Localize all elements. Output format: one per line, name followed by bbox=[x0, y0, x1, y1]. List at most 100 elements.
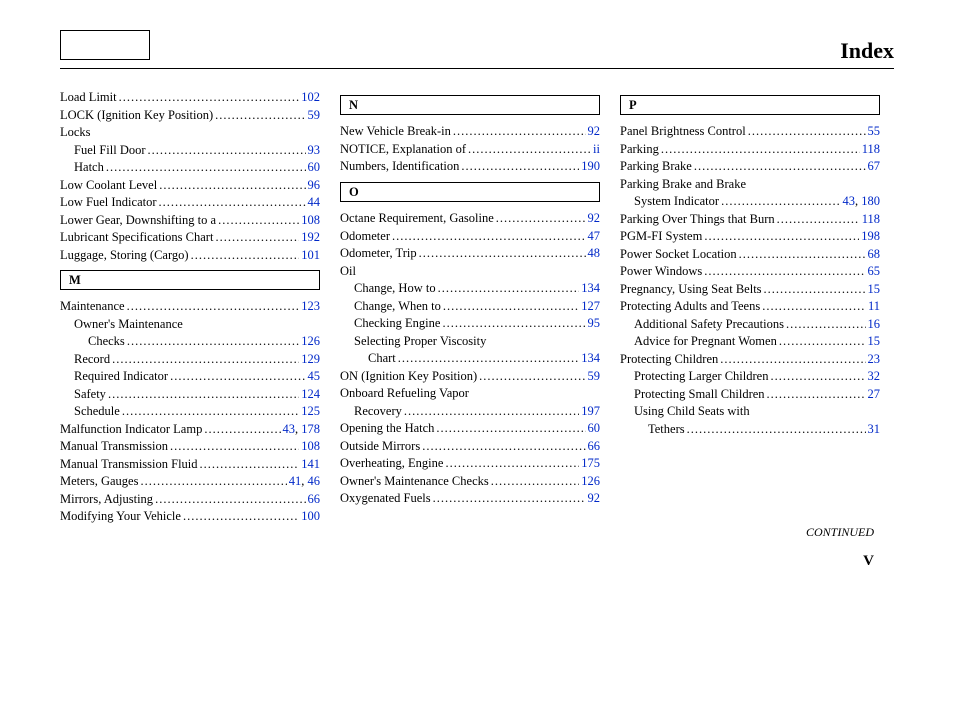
index-page-link[interactable]: 47 bbox=[588, 229, 601, 243]
index-entry-label: New Vehicle Break-in bbox=[340, 123, 451, 141]
index-column: PPanel Brightness Control55Parking118Par… bbox=[620, 89, 880, 526]
index-page-link[interactable]: 60 bbox=[588, 421, 601, 435]
index-entry-pages: ii bbox=[593, 141, 600, 159]
index-entry-pages: 190 bbox=[581, 158, 600, 176]
index-entry: Advice for Pregnant Women15 bbox=[620, 333, 880, 351]
leader-dots bbox=[106, 159, 306, 177]
index-entry: Checks126 bbox=[60, 333, 320, 351]
index-page-link[interactable]: 124 bbox=[301, 387, 320, 401]
leader-dots bbox=[433, 490, 586, 508]
index-entry: Selecting Proper Viscosity bbox=[340, 333, 600, 351]
index-page-link[interactable]: 92 bbox=[588, 491, 601, 505]
index-page-link[interactable]: ii bbox=[593, 142, 600, 156]
index-page-link[interactable]: 127 bbox=[581, 299, 600, 313]
index-page-link[interactable]: 32 bbox=[868, 369, 881, 383]
index-page-link[interactable]: 102 bbox=[301, 90, 320, 104]
index-entry-label: Parking Brake bbox=[620, 158, 692, 176]
index-page-link[interactable]: 46 bbox=[308, 474, 321, 488]
index-entry-label: Malfunction Indicator Lamp bbox=[60, 421, 202, 439]
index-page-link[interactable]: 66 bbox=[588, 439, 601, 453]
index-entry-label: Parking Brake and Brake bbox=[620, 176, 746, 194]
index-entry: Schedule125 bbox=[60, 403, 320, 421]
index-entry-label: Outside Mirrors bbox=[340, 438, 420, 456]
index-page-link[interactable]: 31 bbox=[868, 422, 881, 436]
index-page-link[interactable]: 95 bbox=[588, 316, 601, 330]
index-page-link[interactable]: 129 bbox=[301, 352, 320, 366]
index-entry-label: Mirrors, Adjusting bbox=[60, 491, 153, 509]
header-row: Index bbox=[60, 30, 894, 69]
index-entry: Recovery197 bbox=[340, 403, 600, 421]
index-entry-pages: 55 bbox=[868, 123, 881, 141]
index-page-link[interactable]: 108 bbox=[301, 439, 320, 453]
index-page-link[interactable]: 118 bbox=[862, 212, 880, 226]
index-entry-label: Parking Over Things that Burn bbox=[620, 211, 775, 229]
index-page-link[interactable]: 134 bbox=[581, 351, 600, 365]
index-page-link[interactable]: 141 bbox=[301, 457, 320, 471]
index-page-link[interactable]: 190 bbox=[581, 159, 600, 173]
index-page-link[interactable]: 65 bbox=[868, 264, 881, 278]
index-entry-pages: 59 bbox=[308, 107, 321, 125]
index-page-link[interactable]: 59 bbox=[308, 108, 321, 122]
index-page-link[interactable]: 43 bbox=[283, 422, 296, 436]
leader-dots bbox=[453, 123, 586, 141]
index-page-link[interactable]: 93 bbox=[308, 143, 321, 157]
index-page-link[interactable]: 67 bbox=[868, 159, 881, 173]
index-page-link[interactable]: 180 bbox=[861, 194, 880, 208]
index-page-link[interactable]: 126 bbox=[581, 474, 600, 488]
index-page-link[interactable]: 66 bbox=[308, 492, 321, 506]
index-page-link[interactable]: 92 bbox=[588, 211, 601, 225]
index-page-link[interactable]: 123 bbox=[301, 299, 320, 313]
leader-dots bbox=[443, 298, 579, 316]
index-page-link[interactable]: 197 bbox=[581, 404, 600, 418]
index-entry-pages: 48 bbox=[588, 245, 601, 263]
index-page-link[interactable]: 44 bbox=[308, 195, 321, 209]
index-entry-pages: 44 bbox=[308, 194, 321, 212]
index-page-link[interactable]: 11 bbox=[868, 299, 880, 313]
index-entry-pages: 134 bbox=[581, 350, 600, 368]
leader-dots bbox=[119, 89, 300, 107]
index-page-link[interactable]: 15 bbox=[868, 334, 881, 348]
index-page-link[interactable]: 118 bbox=[862, 142, 880, 156]
index-page-link[interactable]: 41 bbox=[289, 474, 302, 488]
index-page-link[interactable]: 126 bbox=[301, 334, 320, 348]
index-entry-pages: 66 bbox=[588, 438, 601, 456]
index-entry: Manual Transmission108 bbox=[60, 438, 320, 456]
index-entry-pages: 126 bbox=[301, 333, 320, 351]
index-page-link[interactable]: 23 bbox=[868, 352, 881, 366]
leader-dots bbox=[767, 386, 866, 404]
index-page-link[interactable]: 92 bbox=[588, 124, 601, 138]
index-letter-heading: O bbox=[340, 182, 600, 202]
index-entry-label: Protecting Children bbox=[620, 351, 718, 369]
leader-dots bbox=[422, 438, 585, 456]
leader-dots bbox=[218, 212, 299, 230]
index-page-link[interactable]: 16 bbox=[868, 317, 881, 331]
index-page-link[interactable]: 45 bbox=[308, 369, 321, 383]
index-entry: Low Coolant Level96 bbox=[60, 177, 320, 195]
index-entry-label: System Indicator bbox=[634, 193, 719, 211]
index-page-link[interactable]: 15 bbox=[868, 282, 881, 296]
index-page-link[interactable]: 59 bbox=[588, 369, 601, 383]
index-entry: Hatch60 bbox=[60, 159, 320, 177]
index-entry: Chart 134 bbox=[340, 350, 600, 368]
index-page-link[interactable]: 96 bbox=[308, 178, 321, 192]
index-page-link[interactable]: 55 bbox=[868, 124, 881, 138]
index-page-link[interactable]: 100 bbox=[301, 509, 320, 523]
index-page-link[interactable]: 101 bbox=[301, 248, 320, 262]
index-entry-label: Chart bbox=[368, 350, 396, 368]
index-page-link[interactable]: 192 bbox=[301, 230, 320, 244]
index-entry: Owner's Maintenance bbox=[60, 316, 320, 334]
index-page-link[interactable]: 178 bbox=[301, 422, 320, 436]
index-page-link[interactable]: 134 bbox=[581, 281, 600, 295]
index-page-link[interactable]: 43 bbox=[843, 194, 856, 208]
index-page-link[interactable]: 198 bbox=[861, 229, 880, 243]
index-page-link[interactable]: 108 bbox=[301, 213, 320, 227]
index-page-link[interactable]: 68 bbox=[868, 247, 881, 261]
index-entry: Outside Mirrors 66 bbox=[340, 438, 600, 456]
index-page-link[interactable]: 175 bbox=[581, 456, 600, 470]
index-entry: Malfunction Indicator Lamp43, 178 bbox=[60, 421, 320, 439]
index-page-link[interactable]: 48 bbox=[588, 246, 601, 260]
index-page-link[interactable]: 27 bbox=[868, 387, 881, 401]
index-page-link[interactable]: 60 bbox=[308, 160, 321, 174]
index-page-link[interactable]: 125 bbox=[301, 404, 320, 418]
index-entry-label: Odometer, Trip bbox=[340, 245, 417, 263]
